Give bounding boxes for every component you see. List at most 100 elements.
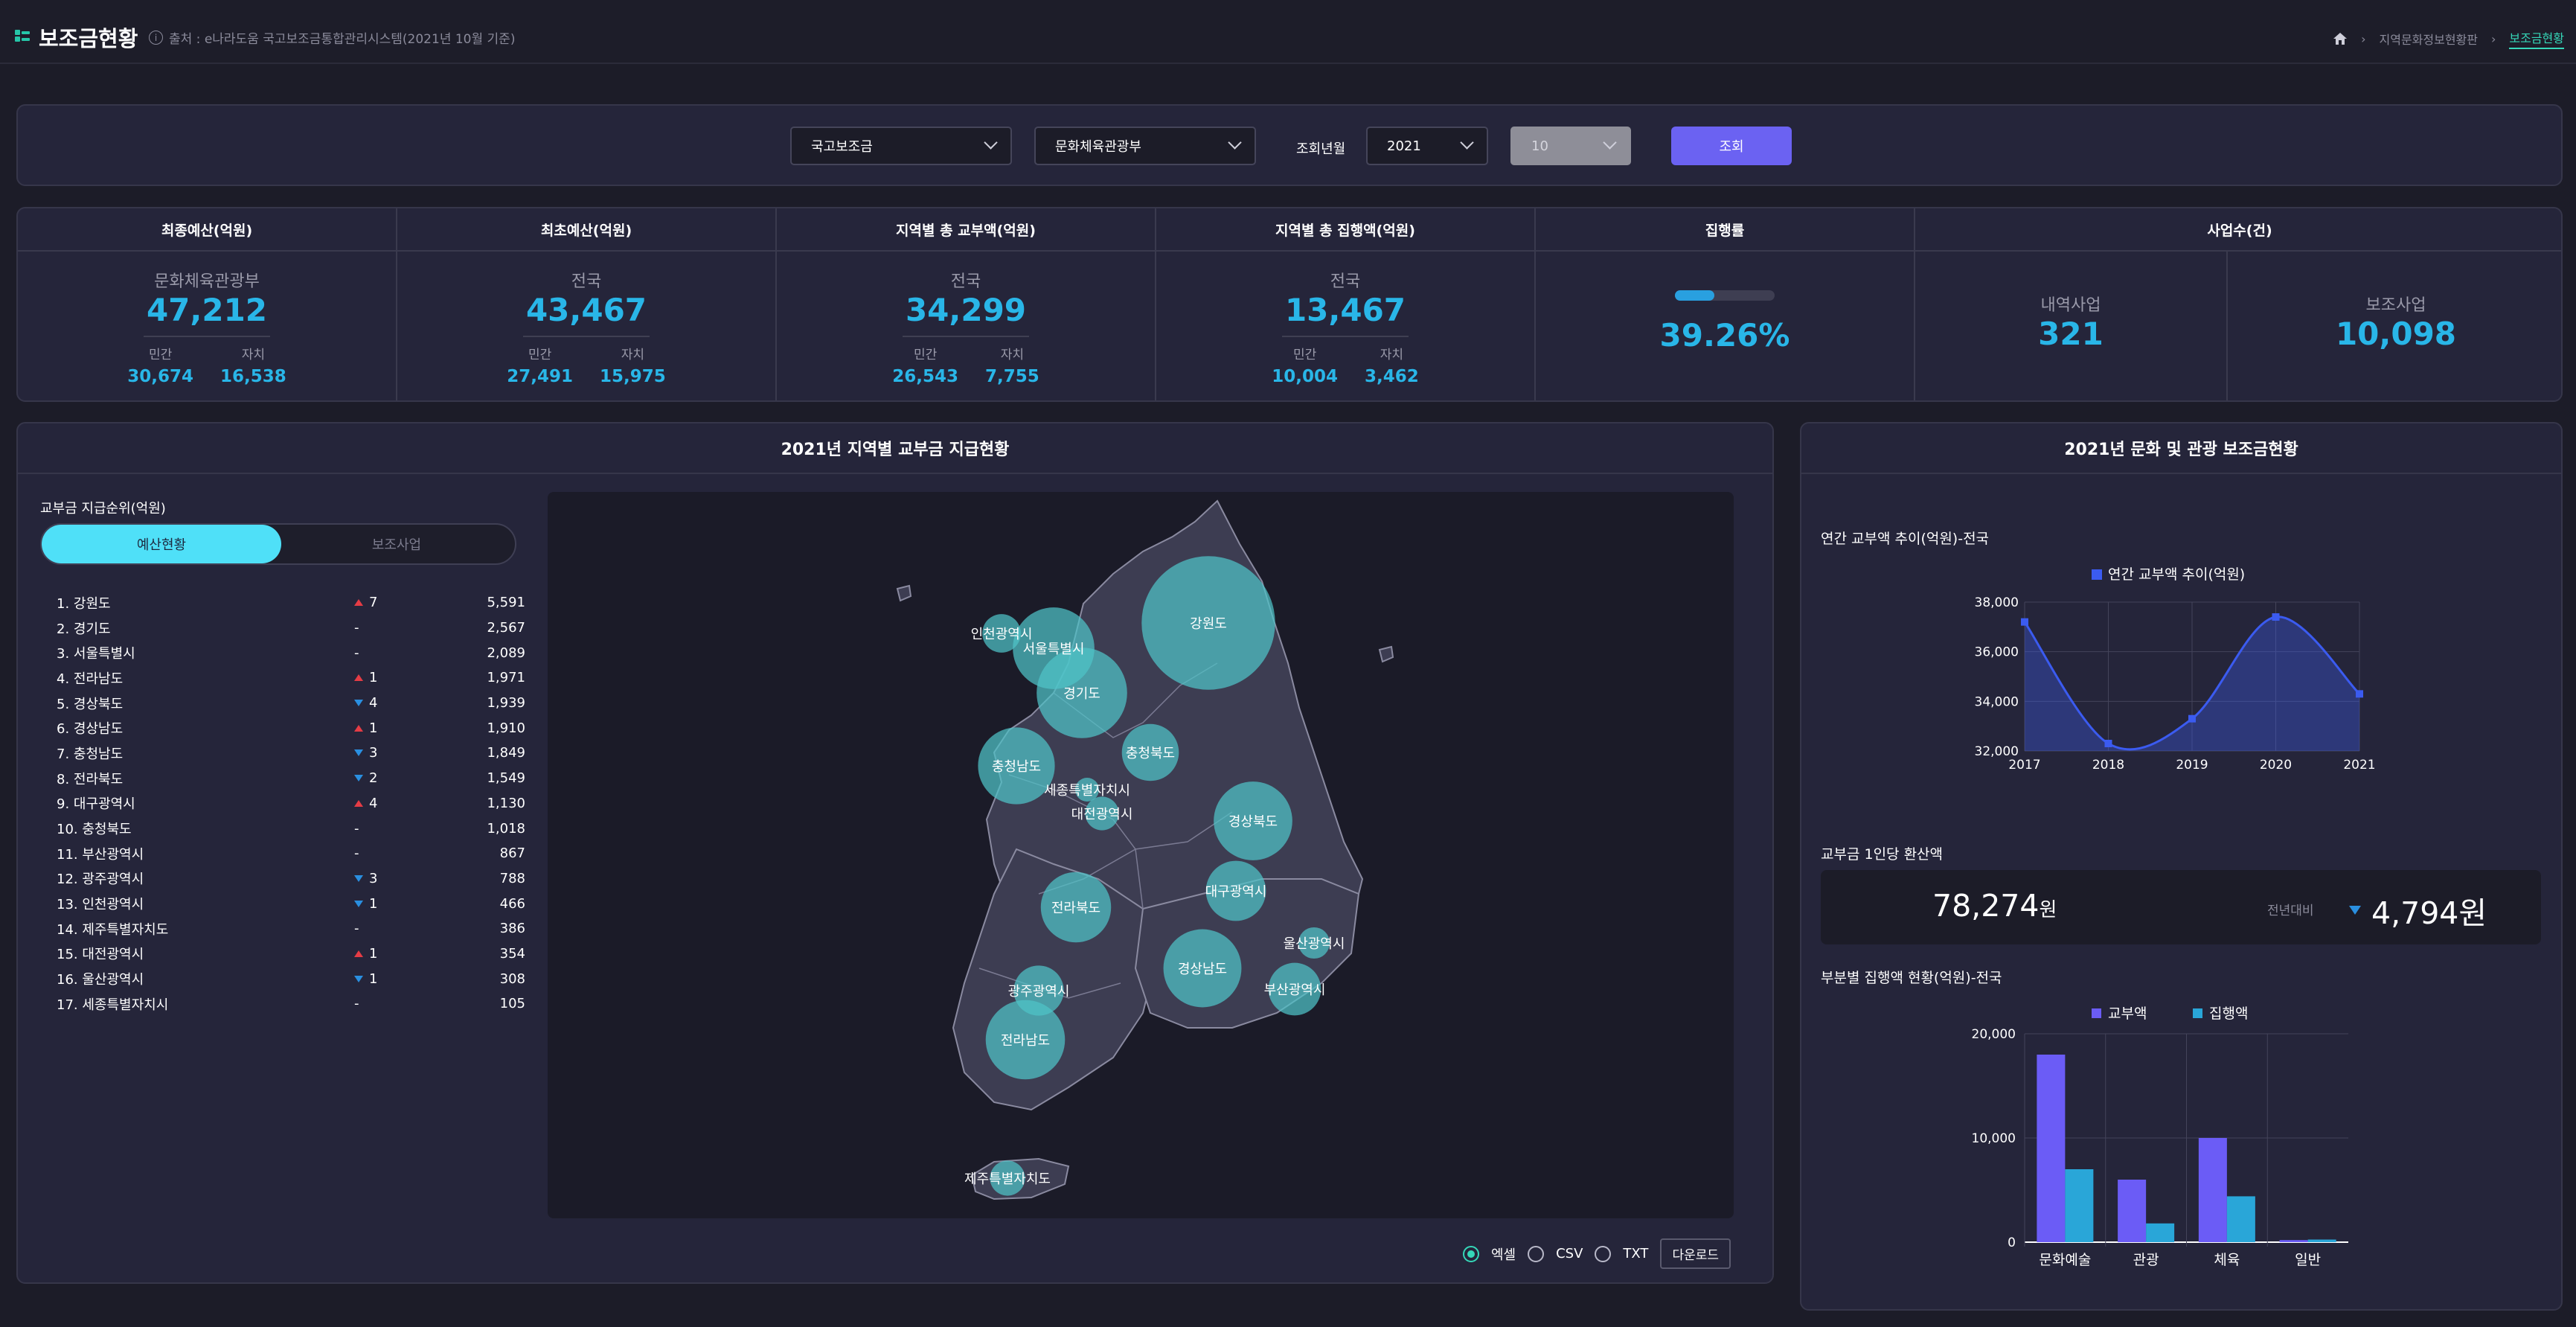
stat-sub-label: 전국 <box>1330 272 1361 291</box>
stat-sub-label: 문화체육관광부 <box>154 272 260 291</box>
map-label-jeonnam: 전라남도 <box>1001 1033 1050 1049</box>
bar-교부액[interactable] <box>2279 1240 2308 1242</box>
x-tick-label: 2021 <box>2343 758 2375 773</box>
data-point[interactable] <box>2356 690 2363 698</box>
stat-value: 34,299 <box>905 292 1027 328</box>
download-button[interactable]: 다운로드 <box>1660 1238 1731 1269</box>
ranking-row: 7. 충청남도 3 1,849 <box>57 741 525 766</box>
ranking-value: 354 <box>499 945 525 962</box>
query-button[interactable]: 조회 <box>1671 127 1792 165</box>
trend-title: 연간 교부액 추이(억원)-전국 <box>1821 531 1990 547</box>
rank-up-icon <box>354 599 363 607</box>
map-label-gyeongbuk: 경상북도 <box>1228 814 1278 830</box>
y-tick-label: 38,000 <box>1975 595 2019 610</box>
stat-sub-label: 보조사업 <box>2365 296 2426 315</box>
ranking-change-value: 1 <box>369 895 378 912</box>
rank-up-icon <box>354 674 363 682</box>
ranking-change: - <box>354 821 443 837</box>
sector-exec-chart: 교부액 집행액 0 10,000 20,000 문화예술 관광 체육 일반 <box>1972 1005 2348 1268</box>
legend-label: 교부액 <box>2108 1005 2147 1022</box>
divider <box>144 336 270 337</box>
ranking-row: 13. 인천광역시 1 466 <box>57 891 525 916</box>
bar-교부액[interactable] <box>2198 1138 2227 1242</box>
category-select-value: 국고보조금 <box>811 139 873 155</box>
x-tick-label: 체육 <box>2214 1252 2240 1268</box>
map-label-jeonbuk: 전라북도 <box>1051 901 1100 916</box>
bar-집행액[interactable] <box>2226 1196 2255 1242</box>
data-point[interactable] <box>2104 740 2112 747</box>
month-select-value: 10 <box>1531 138 1548 154</box>
bar-교부액[interactable] <box>2118 1180 2147 1242</box>
stat-sub-label: 전국 <box>950 272 981 291</box>
stat-final-budget: 최종예산(억원) 문화체육관광부 47,212 민간 30,674 자치 16,53… <box>18 208 397 400</box>
bar-집행액[interactable] <box>2146 1223 2175 1242</box>
info-icon: i <box>149 31 163 45</box>
bar-집행액[interactable] <box>2065 1169 2094 1242</box>
ranking-value: 308 <box>499 971 525 987</box>
chevron-down-icon <box>1228 135 1242 150</box>
x-tick-label: 2018 <box>2092 758 2124 773</box>
home-icon[interactable] <box>2333 32 2348 45</box>
source-note: i 출처 : e나라도움 국고보조금통합관리시스템(2021년 10월 기준) <box>149 28 515 47</box>
data-point[interactable] <box>2188 714 2196 723</box>
ranking-change: - <box>354 996 443 1011</box>
breadcrumb-item-region[interactable]: 지역문화정보현황판 <box>2380 30 2478 48</box>
ranking-region: 12. 광주광역시 <box>57 872 144 888</box>
radio-excel[interactable] <box>1462 1245 1479 1262</box>
x-tick-label: 2020 <box>2260 758 2292 773</box>
ranking-change: 1 <box>354 896 443 912</box>
divider <box>523 336 650 337</box>
map-label-daegu: 대구광역시 <box>1205 884 1267 900</box>
ministry-select[interactable]: 문화체육관광부 <box>1034 127 1256 165</box>
data-point[interactable] <box>2021 618 2028 626</box>
ranking-value: 788 <box>499 870 525 886</box>
stat-value: 10,098 <box>2335 316 2457 352</box>
ranking-region: 9. 대구광역시 <box>57 796 135 813</box>
stat-value: 321 <box>2038 316 2104 352</box>
ranking-region: 8. 전라북도 <box>57 771 124 787</box>
ranking-title: 교부금 지급순위(억원) <box>40 501 166 517</box>
ranking-region: 7. 충청남도 <box>57 746 124 762</box>
ranking-value: 1,130 <box>487 795 525 811</box>
legend-label: 집행액 <box>2209 1005 2248 1022</box>
stat-right-label: 자치 <box>241 348 266 362</box>
map-label-sejong: 세종특별자치시 <box>1044 783 1130 799</box>
map-label-busan: 부산광역시 <box>1264 982 1326 998</box>
stat-header: 최초예산(억원) <box>397 208 775 252</box>
month-select[interactable]: 10 <box>1510 127 1631 165</box>
map-island[interactable] <box>1378 645 1394 663</box>
tab-budget[interactable]: 예산현황 <box>42 525 281 563</box>
ranking-region: 3. 서울특별시 <box>57 646 135 662</box>
ranking-row: 16. 울산광역시 1 308 <box>57 966 525 991</box>
breadcrumb-item-current[interactable]: 보조금현황 <box>2509 28 2564 49</box>
radio-txt[interactable] <box>1595 1245 1612 1262</box>
stat-value: 47,212 <box>146 292 268 328</box>
stat-sub-label: 내역사업 <box>2040 296 2101 315</box>
ranking-change: 1 <box>354 971 443 987</box>
ranking-change: 7 <box>354 595 443 610</box>
stat-left-label: 민간 <box>1292 348 1317 362</box>
bar-집행액[interactable] <box>2307 1239 2336 1243</box>
ranking-region: 2. 경기도 <box>57 621 111 637</box>
stat-header: 지역별 총 집행액(억원) <box>1156 208 1534 252</box>
stat-value: 39.26% <box>1659 317 1790 354</box>
breadcrumb: › 지역문화정보현황판 › 보조금현황 <box>2333 28 2564 49</box>
stat-exec-total: 지역별 총 집행액(억원) 전국 13,467 민간 10,004 자치 3,462 <box>1156 208 1536 400</box>
korea-map-svg: 강원도인천광역시서울특별시경기도충청북도충청남도세종특별자치시대전광역시 경상북도… <box>896 499 1394 1200</box>
ranking-region: 13. 인천광역시 <box>57 897 144 913</box>
ranking-region: 10. 충청북도 <box>57 822 132 838</box>
category-select[interactable]: 국고보조금 <box>790 127 1012 165</box>
ranking-change-value: 7 <box>369 595 378 611</box>
map-label-chungbuk: 충청북도 <box>1126 746 1175 761</box>
map-island[interactable] <box>896 584 912 602</box>
ranking-change-value: 1 <box>369 720 378 736</box>
year-select[interactable]: 2021 <box>1366 127 1488 165</box>
bar-교부액[interactable] <box>2037 1055 2066 1242</box>
sector-title: 부분별 집행액 현황(억원)-전국 <box>1821 970 2002 986</box>
page-title: 보조금현황 <box>39 26 138 51</box>
per-capita-value: 78,274 <box>1932 888 2040 924</box>
data-point[interactable] <box>2272 613 2280 621</box>
radio-csv[interactable] <box>1528 1245 1545 1262</box>
stat-header: 사업수(건) <box>1915 208 2561 252</box>
tab-project[interactable]: 보조사업 <box>278 525 515 563</box>
